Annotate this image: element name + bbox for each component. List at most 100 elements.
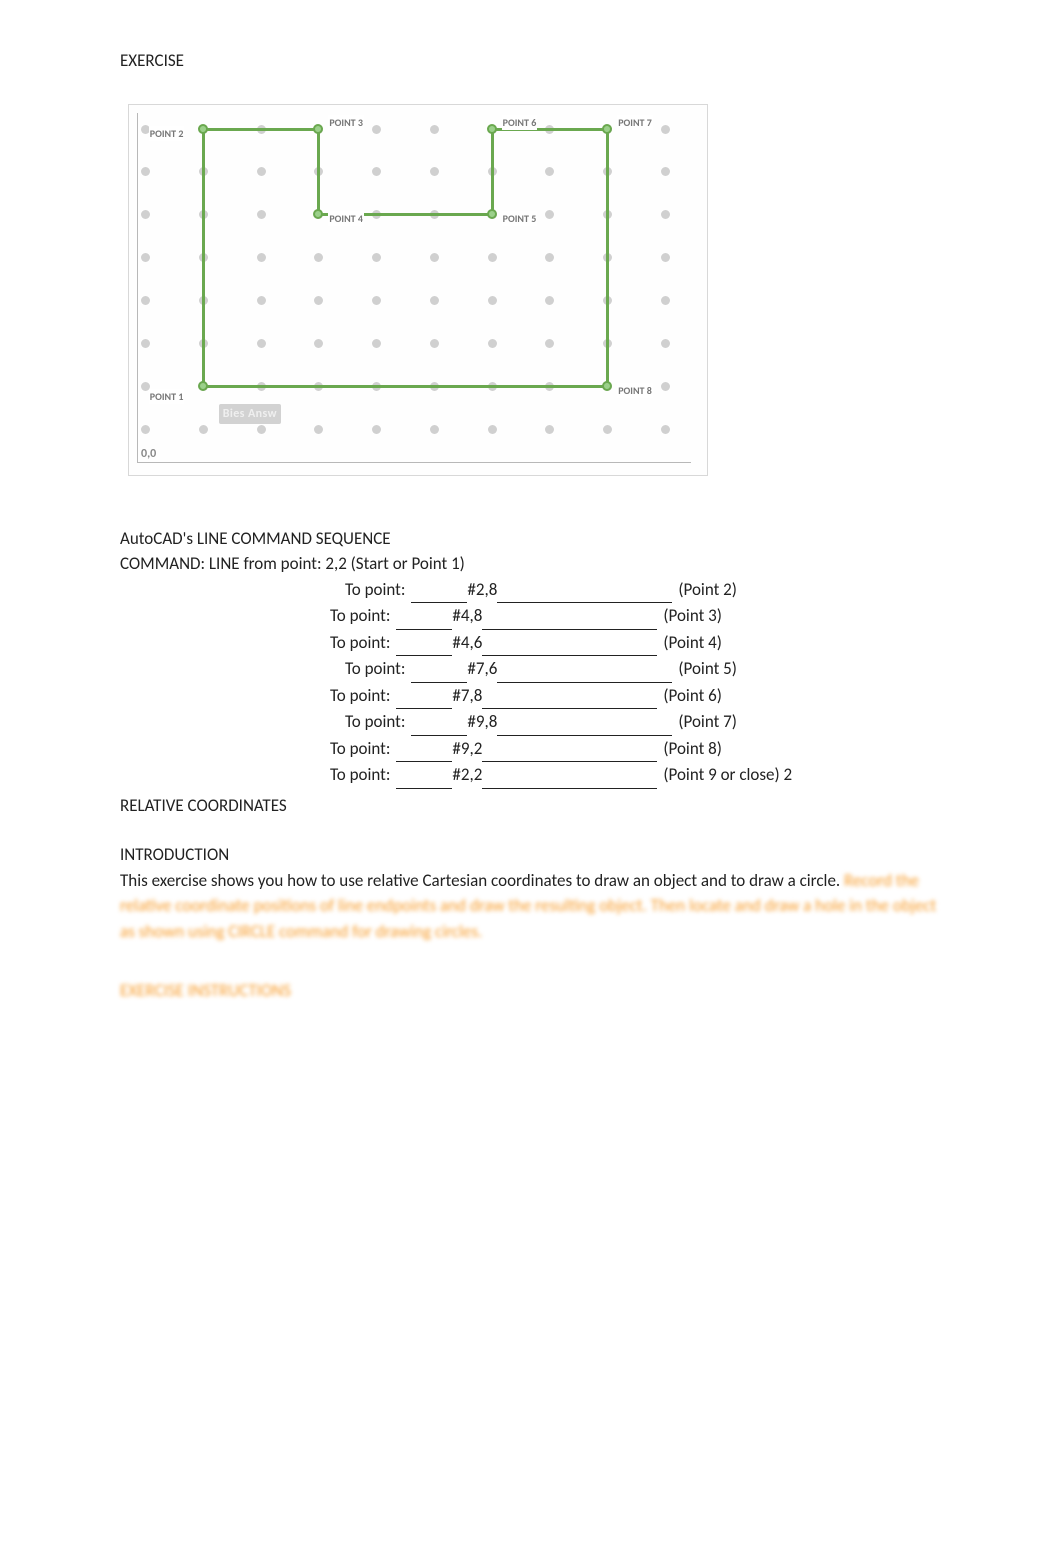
grid-dot (257, 339, 266, 348)
blank-underline-left (411, 656, 467, 683)
coordinate-value: #4,6 (452, 630, 482, 656)
grid-dot (141, 167, 150, 176)
point-marker (602, 381, 612, 391)
sequence-row: To point: #4,6 (Point 4) (120, 630, 942, 657)
point-note: (Point 9 or close) 2 (657, 762, 792, 788)
point-marker (198, 124, 208, 134)
point-note: (Point 6) (657, 683, 722, 709)
grid-dot (545, 425, 554, 434)
blank-underline-left (396, 630, 452, 657)
blank-underline-right (497, 709, 672, 736)
sequence-row: To point: #9,8 (Point 7) (120, 709, 942, 736)
point-marker (313, 124, 323, 134)
grid-dot (661, 167, 670, 176)
grid-dot (257, 167, 266, 176)
grid-dot (372, 253, 381, 262)
diagram-frame: POINT 1POINT 2POINT 3POINT 4POINT 5POINT… (128, 104, 708, 476)
blank-underline-right (482, 683, 657, 710)
grid-dot (430, 125, 439, 134)
grid-dot (314, 253, 323, 262)
grid-dot (257, 296, 266, 305)
to-point-label: To point: (345, 656, 411, 682)
point-marker (313, 209, 323, 219)
shape-edge (317, 129, 320, 215)
shape-edge (491, 129, 494, 215)
sequence-row: To point: #7,8 (Point 6) (120, 683, 942, 710)
coordinate-value: #4,8 (452, 603, 482, 629)
grid-dot (372, 296, 381, 305)
diagram-container: POINT 1POINT 2POINT 3POINT 4POINT 5POINT… (128, 104, 708, 476)
blank-underline-right (482, 630, 657, 657)
point-note: (Point 3) (657, 603, 722, 629)
grid-dot (488, 339, 497, 348)
grid-dot (314, 339, 323, 348)
blank-underline-right (497, 656, 672, 683)
grid-dot (488, 296, 497, 305)
sequence-row: To point: #2,2 (Point 9 or close) 2 (120, 762, 942, 789)
coordinate-value: #2,2 (452, 762, 482, 788)
sequence-rows: To point: #2,8 (Point 2)To point: #4,8 (… (120, 577, 942, 789)
intro-text: This exercise shows you how to use relat… (120, 870, 844, 891)
blank-underline-right (482, 736, 657, 763)
grid-dot (372, 125, 381, 134)
relative-coordinates-heading: RELATIVE COORDINATES (120, 793, 942, 819)
watermark: Bies Answ (219, 404, 281, 424)
coordinate-value: #9,2 (452, 736, 482, 762)
grid-dot (372, 425, 381, 434)
blank-underline-right (497, 577, 672, 604)
point-label: POINT 6 (502, 115, 538, 130)
blank-underline-right (482, 603, 657, 630)
blank-underline-left (411, 709, 467, 736)
grid-dot (141, 339, 150, 348)
grid-dot (141, 253, 150, 262)
grid-dot (603, 425, 612, 434)
point-note: (Point 7) (672, 709, 737, 735)
blank-underline-right (482, 762, 657, 789)
grid-dot (314, 296, 323, 305)
grid-dot (430, 425, 439, 434)
coordinate-value: #2,8 (467, 577, 497, 603)
point-marker (198, 381, 208, 391)
blank-underline-left (396, 603, 452, 630)
grid-dot (545, 210, 554, 219)
point-note: (Point 2) (672, 577, 737, 603)
introduction-heading: INTRODUCTION (120, 842, 942, 868)
grid-dot (257, 210, 266, 219)
grid-dot (257, 253, 266, 262)
point-label: POINT 5 (502, 211, 538, 226)
shape-edge (202, 129, 205, 386)
grid-dot (661, 210, 670, 219)
grid-dot (430, 339, 439, 348)
sequence-row: To point: #7,6 (Point 5) (120, 656, 942, 683)
grid-dot (661, 339, 670, 348)
point-note: (Point 8) (657, 736, 722, 762)
sequence-title: AutoCAD's LINE COMMAND SEQUENCE (120, 526, 942, 552)
point-marker (602, 124, 612, 134)
point-label: POINT 1 (149, 389, 185, 404)
blank-underline-left (396, 762, 452, 789)
sequence-row: To point: #2,8 (Point 2) (120, 577, 942, 604)
grid-dot (257, 425, 266, 434)
grid-dot (661, 382, 670, 391)
grid-dot (545, 339, 554, 348)
to-point-label: To point: (330, 603, 396, 629)
to-point-label: To point: (330, 736, 396, 762)
to-point-label: To point: (345, 709, 411, 735)
blank-underline-left (396, 683, 452, 710)
blank-underline-left (396, 736, 452, 763)
origin-label: 0,0 (141, 445, 156, 463)
coordinate-grid: POINT 1POINT 2POINT 3POINT 4POINT 5POINT… (135, 109, 695, 469)
grid-dot (661, 253, 670, 262)
point-note: (Point 4) (657, 630, 722, 656)
coordinate-value: #7,8 (452, 683, 482, 709)
grid-dot (661, 125, 670, 134)
grid-dot (488, 253, 497, 262)
point-label: POINT 2 (149, 126, 185, 141)
coordinate-value: #7,6 (467, 656, 497, 682)
sequence-row: To point: #9,2 (Point 8) (120, 736, 942, 763)
sequence-row: To point: #4,8 (Point 3) (120, 603, 942, 630)
coordinate-value: #9,8 (467, 709, 497, 735)
grid-dot (141, 210, 150, 219)
point-label: POINT 4 (328, 211, 364, 226)
grid-dot (141, 296, 150, 305)
